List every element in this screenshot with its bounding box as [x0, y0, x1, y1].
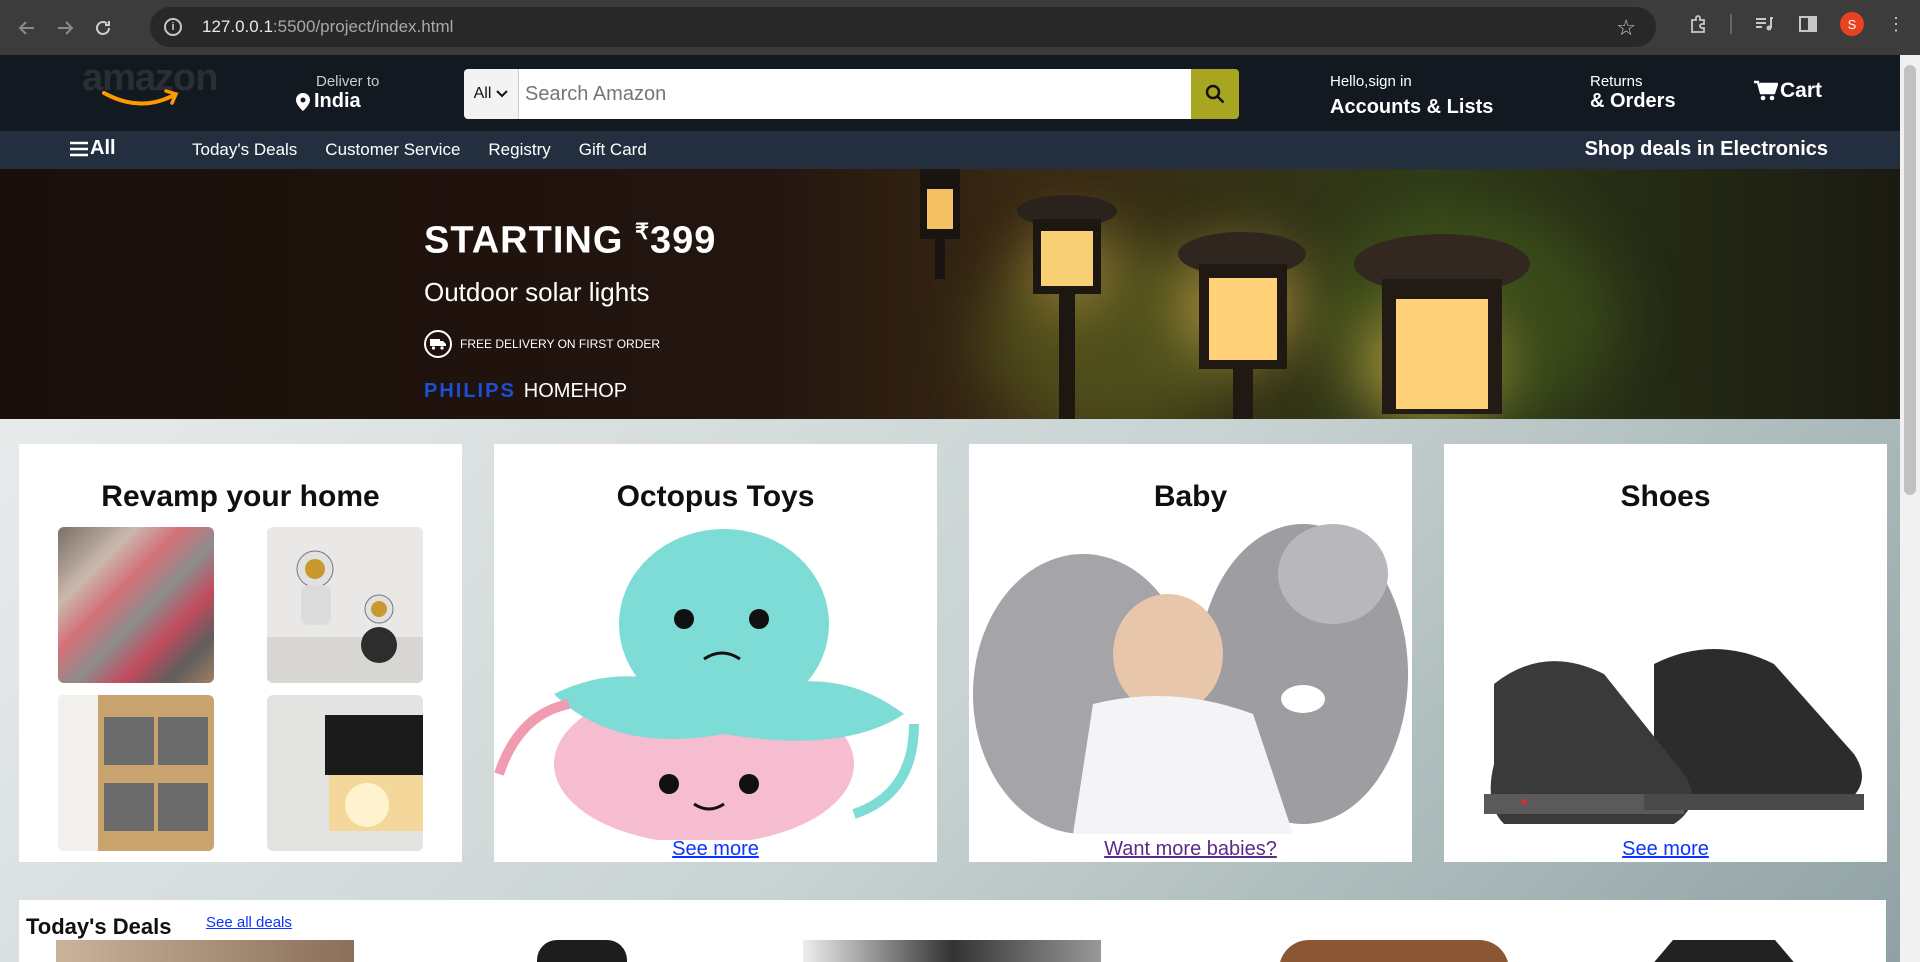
media-control-icon[interactable]: [1752, 12, 1776, 36]
deliver-to[interactable]: Deliver to India: [296, 73, 379, 113]
profile-avatar[interactable]: S: [1840, 12, 1864, 36]
hero-text: STARTING ₹399 Outdoor solar lights FREE …: [424, 219, 716, 403]
deal-item-image[interactable]: [537, 940, 627, 962]
separator: [1730, 14, 1732, 34]
deals-title: Today's Deals: [26, 914, 172, 939]
extensions-icon[interactable]: [1686, 12, 1710, 36]
delivery-truck-icon: [424, 329, 452, 358]
hero-banner[interactable]: STARTING ₹399 Outdoor solar lights FREE …: [0, 169, 1900, 419]
nav-link-gift-card[interactable]: Gift Card: [579, 140, 647, 160]
deliver-location: India: [314, 90, 361, 112]
location-pin-icon: [296, 92, 310, 111]
lantern-image: [1354, 234, 1530, 414]
back-icon[interactable]: [10, 11, 44, 45]
wall-lamp-image[interactable]: [267, 695, 423, 851]
site-info-icon[interactable]: i: [164, 18, 182, 36]
amazon-header: amazon Deliver to India All Hel: [0, 55, 1900, 131]
deliver-label: Deliver to: [316, 73, 380, 90]
returns-orders[interactable]: Returns & Orders: [1590, 73, 1676, 113]
forward-icon[interactable]: [48, 11, 82, 45]
sneakers-image[interactable]: [1484, 624, 1884, 844]
rug-image[interactable]: [58, 527, 214, 683]
secondary-nav: All Today's Deals Customer Service Regis…: [0, 131, 1900, 169]
hero-headline: STARTING ₹399: [424, 219, 717, 262]
card-baby: Baby Want more babies?: [969, 444, 1412, 862]
deal-item-image[interactable]: [56, 940, 354, 962]
search-icon: [1205, 84, 1225, 104]
card-title: Shoes: [1620, 480, 1711, 513]
logo-smile-icon: [102, 89, 179, 106]
address-bar[interactable]: i 127.0.0.1:5500/project/index.html ☆: [150, 7, 1656, 47]
search-button[interactable]: [1191, 69, 1239, 119]
returns-label: Returns: [1590, 73, 1643, 90]
card-octopus-toys: Octopus Toys See more: [494, 444, 937, 862]
search-input[interactable]: [519, 69, 1191, 119]
amazon-logo[interactable]: amazon: [82, 57, 227, 117]
all-menu-button[interactable]: All: [70, 137, 116, 160]
account-label: Accounts & Lists: [1330, 96, 1494, 118]
hero-subtitle: Outdoor solar lights: [424, 276, 650, 307]
nav-link-todays-deals[interactable]: Today's Deals: [192, 140, 297, 160]
deal-item-image[interactable]: [1639, 940, 1809, 962]
baby-elephant-image[interactable]: [973, 514, 1408, 840]
orders-label: & Orders: [1590, 90, 1676, 112]
category-cards: Revamp your home Octopus Toys See more B…: [19, 444, 1887, 862]
lantern-image: [1178, 232, 1306, 419]
hero-brand: PHILIPS HOMEHOP: [424, 379, 628, 402]
card-title: Octopus Toys: [616, 480, 815, 513]
scrollbar-thumb[interactable]: [1904, 65, 1916, 495]
card-title: Baby: [1153, 480, 1228, 513]
lantern-image: [1017, 195, 1117, 419]
octopus-toy-image[interactable]: [494, 514, 937, 840]
want-more-babies-link[interactable]: Want more babies?: [969, 838, 1412, 862]
side-panel-icon[interactable]: [1796, 12, 1820, 36]
electronics-promo-link[interactable]: Shop deals in Electronics: [1585, 138, 1828, 161]
lantern-image: [920, 169, 960, 279]
cart-button[interactable]: Cart: [1754, 79, 1822, 103]
nav-link-registry[interactable]: Registry: [488, 140, 550, 160]
search-category-select[interactable]: All: [464, 69, 519, 119]
deal-item-image[interactable]: [803, 940, 1101, 962]
account-lists[interactable]: Hello,sign in Accounts & Lists: [1330, 73, 1493, 119]
see-more-link[interactable]: See more: [494, 838, 937, 862]
hero-delivery-note: FREE DELIVERY ON FIRST ORDER: [424, 329, 716, 358]
reload-icon[interactable]: [86, 11, 120, 45]
cart-icon: [1754, 80, 1778, 101]
nav-link-customer-service[interactable]: Customer Service: [325, 140, 460, 160]
chevron-down-icon: [496, 90, 509, 98]
card-revamp-home: Revamp your home: [19, 444, 462, 862]
search-bar: All: [464, 69, 1239, 119]
card-title: Revamp your home: [101, 480, 380, 513]
deal-item-image[interactable]: [1279, 940, 1509, 962]
browser-toolbar: i 127.0.0.1:5500/project/index.html ☆ S …: [0, 0, 1920, 55]
url-text[interactable]: 127.0.0.1:5500/project/index.html: [202, 17, 453, 37]
account-greeting: Hello,sign in: [1330, 73, 1412, 90]
astronaut-decor-image[interactable]: [267, 527, 423, 683]
menu-kebab-icon[interactable]: ⋮: [1884, 12, 1908, 36]
page-viewport: amazon Deliver to India All Hel: [0, 55, 1900, 962]
cart-label: Cart: [1780, 79, 1823, 102]
bookmark-star-icon[interactable]: ☆: [1616, 15, 1636, 41]
card-shoes: Shoes See more: [1444, 444, 1887, 862]
hamburger-icon: [70, 141, 88, 156]
page-scrollbar[interactable]: [1900, 55, 1920, 962]
see-more-link[interactable]: See more: [1444, 838, 1887, 862]
see-all-deals-link[interactable]: See all deals: [206, 914, 292, 931]
todays-deals-section: Today's Deals See all deals: [19, 900, 1886, 962]
storage-bins-image[interactable]: [58, 695, 214, 851]
